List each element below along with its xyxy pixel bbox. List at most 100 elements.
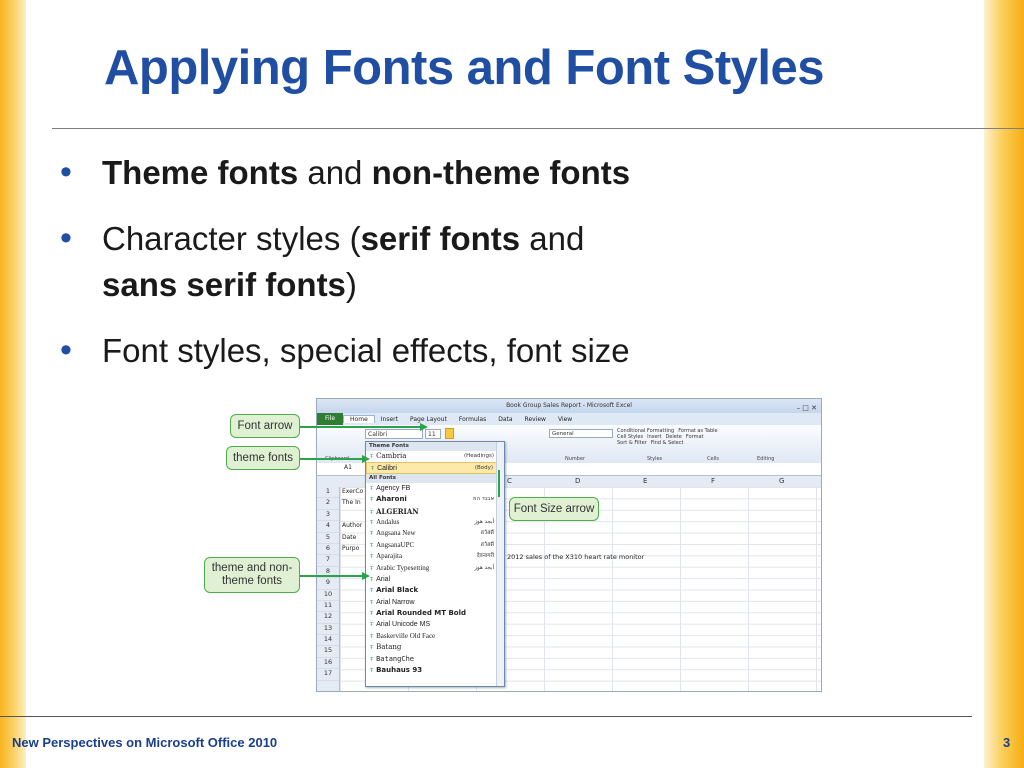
excel-title-bar: Book Group Sales Report - Microsoft Exce… [317, 399, 821, 413]
row-header[interactable]: 7 [317, 555, 339, 567]
font-option-sample: สวัสดี [480, 541, 494, 548]
ribbon-group-label: Number [565, 456, 586, 462]
font-option[interactable]: Ŧ Baskerville Old Face [366, 631, 504, 642]
row-header[interactable]: 2 [317, 498, 339, 510]
ribbon-group-label: Editing [757, 456, 775, 462]
excel-screenshot: Book Group Sales Report - Microsoft Exce… [316, 398, 822, 692]
row-header[interactable]: 10 [317, 590, 339, 601]
bullet-text: ) [345, 266, 357, 303]
font-size-arrow-button[interactable] [445, 428, 454, 439]
font-option[interactable]: Ŧ BatangChe [366, 654, 504, 665]
cell-a[interactable]: The In [342, 499, 361, 506]
font-option[interactable]: Ŧ Calibri (Body) [366, 462, 504, 474]
ribbon-button[interactable]: Format [686, 434, 704, 440]
arrow-nontheme [300, 575, 362, 577]
font-option[interactable]: Ŧ Arial Unicode MS [366, 619, 504, 630]
font-option[interactable]: Ŧ Arial Black [366, 585, 504, 596]
arrow-size-vertical [498, 470, 500, 497]
bullet-dot-icon: • [60, 153, 72, 191]
window-controls-icon: – □ ✕ [796, 404, 817, 412]
bullet-list: • Theme fonts and non-theme fonts • Charact… [60, 150, 960, 394]
number-format-box[interactable]: General [549, 429, 613, 438]
ribbon-tab[interactable]: Page Layout [404, 416, 453, 423]
bullet-text: Font styles, special effects, font size [102, 332, 630, 369]
cell-a[interactable]: Date [342, 534, 356, 541]
truetype-icon: Ŧ [370, 645, 374, 652]
row-header[interactable]: 11 [317, 601, 339, 613]
row-header[interactable]: 15 [317, 646, 339, 658]
font-option-name: Arial Black [376, 586, 419, 595]
font-option-name: Baskerville Old Face [376, 631, 436, 640]
ribbon-tab[interactable]: File [317, 413, 344, 425]
callout-theme-fonts: theme fonts [226, 446, 300, 470]
column-header[interactable]: G [779, 477, 784, 485]
ribbon-group-label: Cells [707, 456, 719, 462]
cell-a[interactable]: ExerCo [342, 488, 363, 495]
ribbon-button[interactable]: Sort & Filter [617, 440, 647, 446]
font-option[interactable]: Ŧ Angsana New สวัสดี [366, 528, 504, 539]
ribbon-tab[interactable]: Review [519, 416, 552, 423]
font-option-sample: أبجد هوز [474, 564, 494, 571]
row-header[interactable]: 9 [317, 578, 339, 590]
font-option-name: Arial Narrow [376, 598, 415, 606]
row-header[interactable]: 14 [317, 635, 339, 647]
column-header[interactable]: C [507, 477, 512, 485]
row-header[interactable]: 3 [317, 510, 339, 522]
row-header[interactable]: 4 [317, 521, 339, 533]
truetype-icon: Ŧ [370, 611, 374, 618]
column-header[interactable]: F [711, 477, 715, 485]
font-option[interactable]: Ŧ Aharoni אבגד הוז [366, 494, 504, 505]
font-option[interactable]: Ŧ Arial [366, 574, 504, 585]
ribbon-tab[interactable]: Formulas [453, 416, 492, 423]
truetype-icon: Ŧ [370, 576, 374, 583]
name-box[interactable]: A1 [333, 464, 363, 471]
font-option-name: Bauhaus 93 [376, 666, 423, 675]
font-option[interactable]: Ŧ Arial Narrow [366, 597, 504, 608]
ribbon-tab[interactable]: Insert [375, 416, 404, 423]
sales-note-cell[interactable]: 2012 sales of the X310 heart rate monito… [507, 553, 644, 561]
ribbon-tab[interactable]: Home [343, 415, 375, 423]
font-option[interactable]: Ŧ Batang [366, 642, 504, 653]
font-option[interactable]: Ŧ Arial Rounded MT Bold [366, 608, 504, 619]
font-option[interactable]: Ŧ Agency FB [366, 483, 504, 494]
truetype-icon: Ŧ [370, 565, 374, 572]
column-header[interactable]: D [575, 477, 580, 485]
column-header[interactable]: E [643, 477, 647, 485]
row-header[interactable]: 16 [317, 658, 339, 670]
ribbon-group-label: Styles [647, 456, 663, 462]
row-header[interactable]: 5 [317, 533, 339, 544]
left-accent-bar [0, 0, 26, 768]
font-option-sample: (Body) [474, 465, 493, 472]
font-option-name: Arial Unicode MS [376, 621, 431, 629]
font-option[interactable]: Ŧ Bauhaus 93 [366, 665, 504, 676]
font-option[interactable]: Ŧ AngsanaUPC สวัสดี [366, 540, 504, 551]
row-header[interactable]: 13 [317, 624, 339, 636]
callout-font-size-arrow: Font Size arrow [509, 497, 599, 521]
ribbon-tab[interactable]: Data [492, 416, 518, 423]
row-header[interactable]: 1 [317, 487, 339, 499]
arrow-theme [300, 458, 362, 460]
cell-a[interactable]: Author [342, 522, 362, 529]
truetype-icon: Ŧ [370, 542, 374, 549]
font-dropdown-list[interactable]: Theme Fonts Ŧ Cambria (Headings) Ŧ Calibri (B… [365, 441, 505, 687]
font-option[interactable]: Ŧ Cambria (Headings) [366, 451, 504, 462]
font-option-name: Agency FB [376, 484, 411, 492]
font-option[interactable]: Ŧ Arabic Typesetting أبجد هوز [366, 563, 504, 574]
row-header[interactable]: 17 [317, 669, 339, 681]
theme-fonts-group: Ŧ Cambria (Headings) Ŧ Calibri (Body) [366, 451, 504, 474]
font-option-name: Andalus [376, 517, 400, 526]
cell-a[interactable]: Purpo [342, 545, 359, 552]
arrowhead-font [420, 423, 428, 431]
font-name-box[interactable]: Calibri [365, 429, 423, 439]
ribbon-button[interactable]: Find & Select [651, 440, 684, 446]
font-option-sample: אבגד הוז [473, 496, 494, 503]
font-option-name: ALGERIAN [376, 506, 419, 516]
bullet-dot-icon: • [60, 219, 72, 257]
font-option[interactable]: Ŧ Andalus أبجد هوز [366, 517, 504, 528]
ribbon-tab[interactable]: View [552, 416, 578, 423]
font-option-sample: देवनागरी [476, 553, 494, 560]
font-option[interactable]: Ŧ Aparajita देवनागरी [366, 551, 504, 562]
row-header[interactable]: 12 [317, 612, 339, 624]
row-header[interactable]: 6 [317, 544, 339, 556]
font-option[interactable]: Ŧ ALGERIAN [366, 506, 504, 517]
